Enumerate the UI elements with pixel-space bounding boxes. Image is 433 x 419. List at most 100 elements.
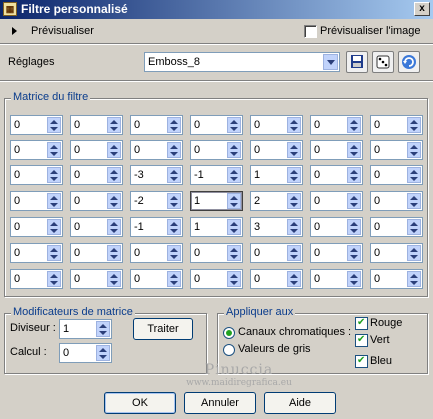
spin-arrows-icon[interactable] [227,219,241,235]
matrix-cell-r5-c2[interactable]: 0 [70,217,123,237]
matrix-cell-r4-c3[interactable]: -2 [130,191,183,211]
matrix-cell-r5-c5[interactable]: 3 [250,217,303,237]
channels-radio[interactable] [223,327,235,339]
spin-arrows-icon[interactable] [407,117,421,133]
preview-toggle-label[interactable]: Prévisualiser [31,25,94,37]
matrix-cell-r6-c4[interactable]: 0 [190,243,243,263]
preset-select[interactable]: Emboss_8 [144,52,340,72]
spin-arrows-icon[interactable] [47,271,61,287]
matrix-cell-r2-c7[interactable]: 0 [370,140,423,160]
matrix-cell-r3-c1[interactable]: 0 [10,165,63,185]
divisor-stepper[interactable]: 1 [59,319,112,339]
matrix-cell-r7-c5[interactable]: 0 [250,269,303,289]
matrix-cell-r3-c7[interactable]: 0 [370,165,423,185]
matrix-cell-r6-c7[interactable]: 0 [370,243,423,263]
spin-arrows-icon[interactable] [287,117,301,133]
spin-arrows-icon[interactable] [107,167,121,183]
spin-arrows-icon[interactable] [47,167,61,183]
matrix-cell-r5-c6[interactable]: 0 [310,217,363,237]
matrix-cell-r2-c5[interactable]: 0 [250,140,303,160]
spin-arrows-icon[interactable] [347,193,361,209]
matrix-cell-r7-c4[interactable]: 0 [190,269,243,289]
matrix-cell-r3-c3[interactable]: -3 [130,165,183,185]
compute-button[interactable]: Traiter [133,318,193,340]
spin-arrows-icon[interactable] [407,219,421,235]
spin-arrows-icon[interactable] [47,142,61,158]
matrix-cell-r4-c4[interactable]: 1 [190,191,243,211]
matrix-cell-r7-c6[interactable]: 0 [310,269,363,289]
matrix-cell-r1-c6[interactable]: 0 [310,115,363,135]
matrix-cell-r5-c1[interactable]: 0 [10,217,63,237]
spin-arrows-icon[interactable] [107,117,121,133]
reset-button[interactable] [398,51,420,73]
matrix-cell-r3-c5[interactable]: 1 [250,165,303,185]
spin-arrows-icon[interactable] [227,117,241,133]
matrix-cell-r3-c4[interactable]: -1 [190,165,243,185]
spin-arrows-icon[interactable] [287,271,301,287]
spin-arrows-icon[interactable] [287,167,301,183]
matrix-cell-r4-c6[interactable]: 0 [310,191,363,211]
spin-arrows-icon[interactable] [167,117,181,133]
spin-arrows-icon[interactable] [347,245,361,261]
spin-arrows-icon[interactable] [347,219,361,235]
cancel-button[interactable]: Annuler [184,392,256,414]
spin-arrows-icon[interactable] [287,219,301,235]
spin-arrows-icon[interactable] [167,142,181,158]
matrix-cell-r1-c4[interactable]: 0 [190,115,243,135]
matrix-cell-r3-c6[interactable]: 0 [310,165,363,185]
matrix-cell-r3-c2[interactable]: 0 [70,165,123,185]
spin-arrows-icon[interactable] [167,245,181,261]
spin-arrows-icon[interactable] [347,117,361,133]
help-button[interactable]: Aide [264,392,336,414]
spin-arrows-icon[interactable] [407,245,421,261]
spin-arrows-icon[interactable] [96,345,110,361]
matrix-cell-r1-c5[interactable]: 0 [250,115,303,135]
matrix-cell-r1-c7[interactable]: 0 [370,115,423,135]
matrix-cell-r7-c7[interactable]: 0 [370,269,423,289]
matrix-cell-r1-c3[interactable]: 0 [130,115,183,135]
spin-arrows-icon[interactable] [407,167,421,183]
spin-arrows-icon[interactable] [167,167,181,183]
spin-arrows-icon[interactable] [47,219,61,235]
matrix-cell-r7-c1[interactable]: 0 [10,269,63,289]
matrix-cell-r4-c5[interactable]: 2 [250,191,303,211]
matrix-cell-r7-c2[interactable]: 0 [70,269,123,289]
matrix-cell-r1-c2[interactable]: 0 [70,115,123,135]
random-button[interactable] [372,51,394,73]
grayscale-radio[interactable] [223,344,235,356]
matrix-cell-r4-c1[interactable]: 0 [10,191,63,211]
ok-button[interactable]: OK [104,392,176,414]
save-preset-button[interactable] [346,51,368,73]
spin-arrows-icon[interactable] [107,245,121,261]
spin-arrows-icon[interactable] [227,193,241,209]
matrix-cell-r2-c3[interactable]: 0 [130,140,183,160]
matrix-cell-r6-c2[interactable]: 0 [70,243,123,263]
spin-arrows-icon[interactable] [227,245,241,261]
green-checkbox[interactable] [355,334,368,347]
matrix-cell-r5-c4[interactable]: 1 [190,217,243,237]
spin-arrows-icon[interactable] [107,271,121,287]
spin-arrows-icon[interactable] [47,117,61,133]
spin-arrows-icon[interactable] [227,271,241,287]
matrix-cell-r5-c3[interactable]: -1 [130,217,183,237]
spin-arrows-icon[interactable] [407,271,421,287]
matrix-cell-r2-c1[interactable]: 0 [10,140,63,160]
matrix-cell-r1-c1[interactable]: 0 [10,115,63,135]
spin-arrows-icon[interactable] [167,193,181,209]
spin-arrows-icon[interactable] [107,193,121,209]
spin-arrows-icon[interactable] [347,167,361,183]
spin-arrows-icon[interactable] [47,245,61,261]
spin-arrows-icon[interactable] [47,193,61,209]
preview-image-checkbox[interactable] [304,25,317,38]
spin-arrows-icon[interactable] [107,219,121,235]
close-button[interactable]: x [414,2,430,16]
matrix-cell-r6-c3[interactable]: 0 [130,243,183,263]
expand-arrow-icon[interactable] [12,27,17,35]
spin-arrows-icon[interactable] [407,193,421,209]
spin-arrows-icon[interactable] [96,321,110,337]
spin-arrows-icon[interactable] [227,167,241,183]
spin-arrows-icon[interactable] [107,142,121,158]
red-checkbox[interactable] [355,317,368,330]
chevron-down-icon[interactable] [323,54,338,70]
matrix-cell-r6-c1[interactable]: 0 [10,243,63,263]
